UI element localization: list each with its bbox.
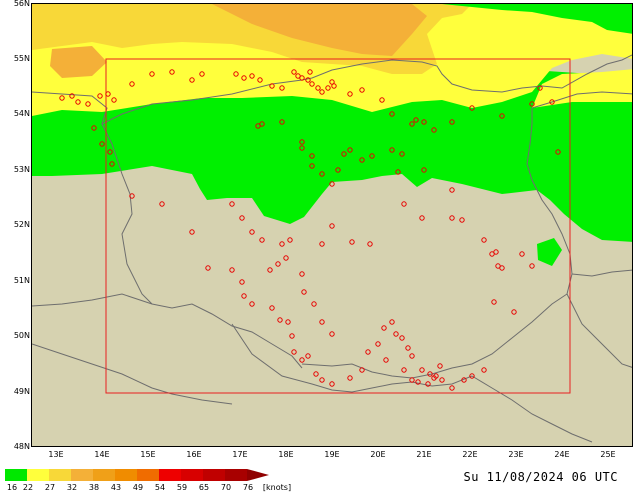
lat-label-52n: 52N [13, 220, 30, 229]
legend-swatch-10 [225, 469, 247, 481]
legend-swatch-7 [159, 469, 181, 481]
lat-label-51n: 51N [13, 276, 30, 285]
lon-label-17e: 17E [232, 450, 248, 459]
lat-label-54n: 54N [13, 109, 30, 118]
map-canvas [32, 4, 632, 446]
lon-label-14e: 14E [94, 450, 110, 459]
lat-label-56n: 56N [13, 0, 30, 8]
lon-label-22e: 22E [462, 450, 478, 459]
lon-label-23e: 23E [508, 450, 524, 459]
lon-label-16e: 16E [186, 450, 202, 459]
legend-unit: [knots] [262, 483, 292, 492]
lat-label-55n: 55N [13, 54, 30, 63]
wind-map [31, 3, 633, 447]
lon-label-18e: 18E [278, 450, 294, 459]
forecast-timestamp: Su 11/08/2024 06 UTC [463, 470, 618, 484]
lon-label-21e: 21E [416, 450, 432, 459]
lon-label-25e: 25E [600, 450, 616, 459]
legend-swatch-0 [5, 469, 27, 481]
lon-label-19e: 19E [324, 450, 340, 459]
legend-swatch-3 [71, 469, 93, 481]
lon-label-20e: 20E [370, 450, 386, 459]
legend-swatch-2 [49, 469, 71, 481]
legend-swatch-9 [203, 469, 225, 481]
lat-label-49n: 49N [13, 387, 30, 396]
legend-swatch-5 [115, 469, 137, 481]
lat-label-48n: 48N [13, 442, 30, 451]
lat-label-53n: 53N [13, 165, 30, 174]
lat-label-50n: 50N [13, 331, 30, 340]
lon-label-15e: 15E [140, 450, 156, 459]
lon-label-13e: 13E [48, 450, 64, 459]
legend-swatch-6 [137, 469, 159, 481]
legend-swatch-1 [27, 469, 49, 481]
lon-label-24e: 24E [554, 450, 570, 459]
legend-swatch-4 [93, 469, 115, 481]
legend-swatch-8 [181, 469, 203, 481]
legend-arrow-tip [247, 469, 269, 481]
